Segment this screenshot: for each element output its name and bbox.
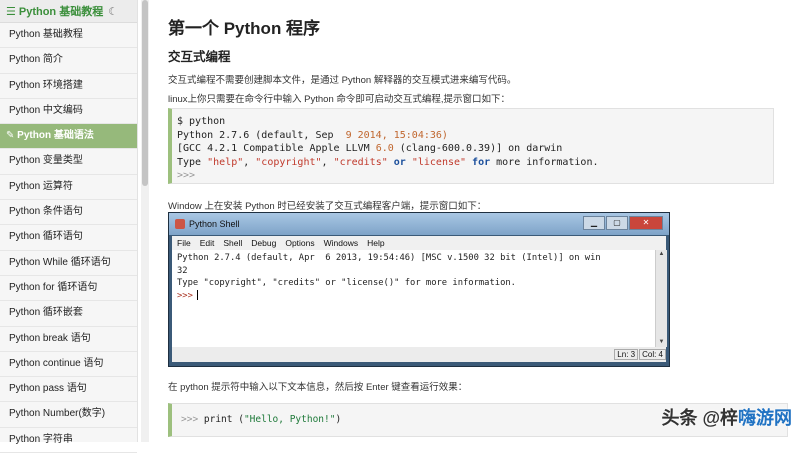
shell-line: Type "copyright", "credits" or "license(…	[177, 278, 516, 288]
python-icon	[175, 219, 185, 229]
sidebar-item-label: Python 简介	[9, 54, 63, 66]
shell-menubar: File Edit Shell Debug Options Windows Help	[172, 236, 666, 250]
sidebar-item[interactable]: Python break 语句	[0, 327, 137, 352]
status-line: Ln: 3	[614, 349, 639, 360]
sidebar-item[interactable]: Python Number(数字)	[0, 402, 137, 428]
window-controls: ▁ ▢ ✕	[583, 216, 663, 230]
code-line: $ python	[177, 116, 226, 127]
watermark: 头条 @梓嗨游网	[661, 404, 792, 430]
sidebar-item-label: Python Number(数字)	[9, 408, 106, 420]
sidebar-item-label: Python 中文编码	[9, 104, 83, 116]
paragraph-windows: Window 上在安装 Python 时已经安装了交互式编程客户端，提示窗口如下…	[168, 201, 487, 212]
code-line: [GCC 4.2.1 Compatible Apple LLVM 6.0 (cl…	[177, 143, 563, 154]
sidebar-item-label: Python pass 语句	[9, 383, 87, 395]
code-line: Type "help", "copyright", "credits" or "…	[177, 156, 599, 168]
shell-menu-item[interactable]: Options	[280, 236, 318, 250]
sidebar-list: Python 基础教程 Python 简介 Python 环境搭建 Python 中文…	[0, 23, 137, 453]
sidebar-item[interactable]: Python 基础教程	[0, 23, 137, 49]
sidebar-item[interactable]: Python 条件语句	[0, 200, 137, 226]
minimize-button[interactable]: ▁	[583, 216, 605, 230]
paragraph-intro: 交互式编程不需要创建脚本文件，是通过 Python 解释器的交互模式进来编写代码…	[168, 75, 517, 86]
shell-line: Python 2.7.4 (default, Apr 6 2013, 19:54…	[177, 253, 601, 263]
shell-output[interactable]: Python 2.7.4 (default, Apr 6 2013, 19:54…	[172, 250, 655, 347]
sidebar-item[interactable]: Python 中文编码	[0, 99, 137, 125]
sidebar-header[interactable]: ☰ Python 基础教程 ☾	[0, 0, 137, 23]
tag-icon: ✎	[6, 130, 18, 142]
shell-menu-item[interactable]: Edit	[195, 236, 219, 250]
moon-icon[interactable]: ☾	[108, 5, 118, 18]
code-prompt: >>>	[177, 170, 196, 181]
close-button[interactable]: ✕	[629, 216, 663, 230]
code-string: "Hello, Python!"	[243, 414, 336, 425]
shell-statusbar: Ln: 3 Col: 4	[172, 347, 666, 362]
sidebar-item-label: Python 变量类型	[9, 155, 83, 167]
sidebar-item-label: Python While 循环语句	[9, 256, 111, 268]
sidebar: ☰ Python 基础教程 ☾ Python 基础教程 Python 简介 Pyth…	[0, 0, 138, 453]
watermark-site: 嗨游网	[738, 408, 792, 428]
sidebar-item-label: Python 运算符	[9, 180, 73, 192]
shell-scrollbar[interactable]: ▲ ▼	[655, 250, 667, 347]
menu-icon[interactable]: ☰	[6, 5, 16, 18]
code-block-linux: $ python Python 2.7.6 (default, Sep 9 20…	[168, 108, 774, 184]
sidebar-item[interactable]: Python 运算符	[0, 175, 137, 201]
sidebar-item[interactable]: ✎ Python 基础语法	[0, 124, 137, 150]
sidebar-item-label: Python 基础语法	[17, 130, 94, 142]
scroll-up-icon[interactable]: ▲	[656, 250, 667, 259]
sidebar-item[interactable]: Python 字符串	[0, 428, 137, 453]
section-title: 交互式编程	[168, 50, 231, 64]
maximize-button[interactable]: ▢	[606, 216, 628, 230]
scrollbar-thumb[interactable]	[142, 0, 148, 186]
shell-line: 32	[177, 265, 188, 276]
sidebar-item[interactable]: Python While 循环语句	[0, 251, 137, 276]
shell-prompt: >>>	[177, 290, 193, 301]
status-col: Col: 4	[639, 349, 666, 360]
paragraph-linux: linux上你只需要在命令行中输入 Python 命令即可启动交互式编程,提示窗…	[168, 94, 511, 105]
sidebar-item[interactable]: Python for 循环语句	[0, 276, 137, 302]
sidebar-item-label: Python 字符串	[9, 433, 73, 445]
sidebar-item[interactable]: Python 变量类型	[0, 149, 137, 175]
shell-title: Python Shell	[189, 219, 240, 229]
sidebar-item-label: Python 循环语句	[9, 231, 83, 243]
sidebar-item[interactable]: Python pass 语句	[0, 377, 137, 403]
text-cursor	[196, 290, 198, 300]
sidebar-item[interactable]: Python 简介	[0, 48, 137, 74]
scroll-down-icon[interactable]: ▼	[656, 338, 667, 347]
code-text: print (	[198, 414, 244, 425]
sidebar-item[interactable]: Python 循环语句	[0, 225, 137, 251]
code-text: )	[335, 414, 342, 425]
sidebar-item-label: Python 环境搭建	[9, 79, 83, 91]
sidebar-item[interactable]: Python 循环嵌套	[0, 301, 137, 327]
sidebar-item-label: Python 基础教程	[9, 29, 83, 40]
shell-menu-item[interactable]: Help	[362, 236, 388, 250]
sidebar-item-label: Python continue 语句	[9, 357, 104, 369]
sidebar-item-label: Python 循环嵌套	[9, 307, 83, 319]
sidebar-item[interactable]: Python 环境搭建	[0, 74, 137, 99]
shell-menu-item[interactable]: Windows	[319, 236, 362, 250]
sidebar-item-label: Python for 循环语句	[9, 281, 98, 293]
sidebar-item[interactable]: Python continue 语句	[0, 352, 137, 378]
sidebar-item-label: Python 条件语句	[9, 206, 83, 218]
page-title: 第一个 Python 程序	[168, 19, 321, 38]
python-shell-window: Python Shell ▁ ▢ ✕ File Edit Shell Debug Opt…	[168, 212, 670, 367]
shell-menu-item[interactable]: Shell	[218, 236, 246, 250]
sidebar-item-label: Python break 语句	[9, 332, 91, 344]
sidebar-title: Python 基础教程	[18, 6, 104, 18]
shell-menu-item[interactable]: Debug	[246, 236, 280, 250]
watermark-prefix: 头条 @梓	[661, 408, 738, 428]
code-line: Python 2.7.6 (default, Sep 9 2014, 15:04…	[177, 129, 448, 141]
paragraph-run: 在 python 提示符中输入以下文本信息，然后按 Enter 键查看运行效果：	[168, 382, 468, 393]
sidebar-scrollbar[interactable]	[141, 0, 149, 442]
shell-menu-item[interactable]: File	[172, 236, 195, 250]
code-prompt: >>>	[181, 414, 199, 425]
